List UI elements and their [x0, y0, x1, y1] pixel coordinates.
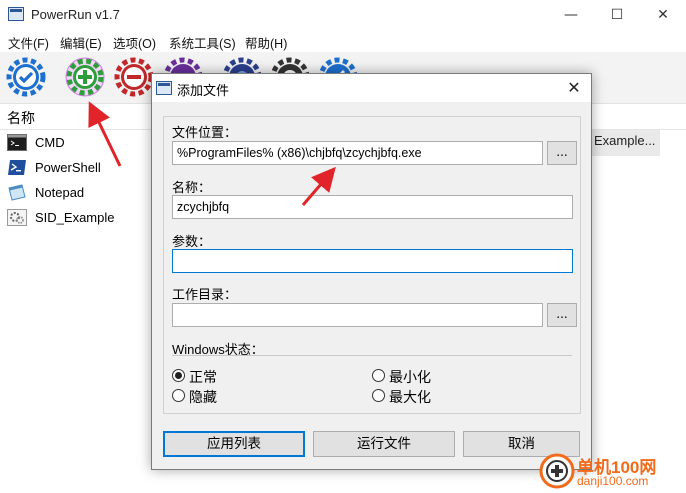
menu-options[interactable]: 选项(O) [113, 33, 156, 52]
radio-hidden-dot [172, 389, 185, 402]
list-item[interactable]: SID_Example [0, 205, 160, 230]
workdir-label: 工作目录： [172, 287, 238, 302]
radio-minimized[interactable]: 最小化 [372, 367, 442, 385]
add-gear-icon [65, 57, 105, 97]
menu-help[interactable]: 帮助(H) [245, 33, 287, 52]
apply-list-button[interactable]: 应用列表 [163, 431, 305, 457]
app-title: PowerRun v1.7 [31, 7, 120, 22]
file-location-browse-button[interactable]: ... [547, 141, 577, 165]
powershell-icon [7, 159, 27, 176]
main-window: PowerRun v1.7 — ☐ ✕ 文件(F) 编辑(E) 选项(O) 系统… [0, 0, 686, 493]
close-button[interactable]: ✕ [640, 0, 686, 30]
radio-maximized[interactable]: 最大化 [372, 387, 442, 405]
radio-minimized-label: 最小化 [389, 369, 431, 385]
menu-system-tools[interactable]: 系统工具(S) [169, 33, 236, 52]
list-item-label: Notepad [35, 185, 85, 200]
file-location-input[interactable] [172, 141, 543, 165]
list-item-label: PowerShell [35, 160, 101, 175]
title-bar: PowerRun v1.7 — ☐ ✕ [0, 0, 686, 30]
name-input[interactable] [172, 195, 573, 219]
radio-normal-dot [172, 369, 185, 382]
column-name-label: 名称 [7, 110, 35, 126]
radio-normal[interactable]: 正常 [172, 367, 232, 385]
list-item[interactable]: Notepad [0, 180, 160, 205]
radio-maximized-dot [372, 389, 385, 402]
maximize-button[interactable]: ☐ [594, 0, 640, 30]
list-item[interactable]: CMD [0, 130, 160, 155]
window-state-separator [172, 355, 572, 356]
file-location-label: 文件位置： [172, 125, 238, 140]
list-item[interactable]: PowerShell [0, 155, 160, 180]
toolbar-remove-button[interactable] [114, 57, 154, 97]
radio-hidden-label: 隐藏 [189, 389, 217, 405]
row-detail-text: Example... [594, 133, 656, 148]
app-icon [8, 7, 24, 21]
params-input[interactable] [172, 249, 573, 273]
radio-maximized-label: 最大化 [389, 389, 431, 405]
dialog-app-icon [156, 81, 172, 95]
remove-gear-icon [114, 57, 154, 97]
list-item-label: CMD [35, 135, 65, 150]
radio-hidden[interactable]: 隐藏 [172, 387, 232, 405]
list-item-label: SID_Example [35, 210, 115, 225]
run-file-button[interactable]: 运行文件 [313, 431, 455, 457]
notepad-icon [7, 184, 27, 201]
watermark-logo-icon [539, 453, 575, 489]
check-gear-icon [6, 57, 46, 97]
dialog-close-button[interactable]: ✕ [563, 77, 585, 99]
menu-edit[interactable]: 编辑(E) [60, 33, 102, 52]
radio-minimized-dot [372, 369, 385, 382]
dialog-title-bar: 添加文件 ✕ [152, 74, 591, 102]
name-label: 名称： [172, 180, 212, 195]
toolbar-add-button[interactable] [65, 57, 105, 97]
watermark: 单机100网 danji100.com [537, 449, 686, 493]
toolbar-check-button[interactable] [6, 57, 46, 97]
params-label: 参数： [172, 234, 212, 249]
watermark-domain: danji100.com [577, 474, 649, 488]
minimize-button[interactable]: — [548, 0, 594, 30]
menu-bar: 文件(F) 编辑(E) 选项(O) 系统工具(S) 帮助(H) [0, 30, 686, 52]
radio-normal-label: 正常 [189, 369, 217, 385]
menu-file[interactable]: 文件(F) [8, 33, 49, 52]
gears-icon [7, 209, 27, 226]
workdir-input[interactable] [172, 303, 543, 327]
workdir-browse-button[interactable]: ... [547, 303, 577, 327]
dialog-title: 添加文件 [177, 83, 230, 98]
add-file-dialog: 添加文件 ✕ 文件位置： ... 名称： 参数： 工作目录： ... Windo… [151, 73, 592, 470]
cmd-icon [7, 134, 27, 151]
